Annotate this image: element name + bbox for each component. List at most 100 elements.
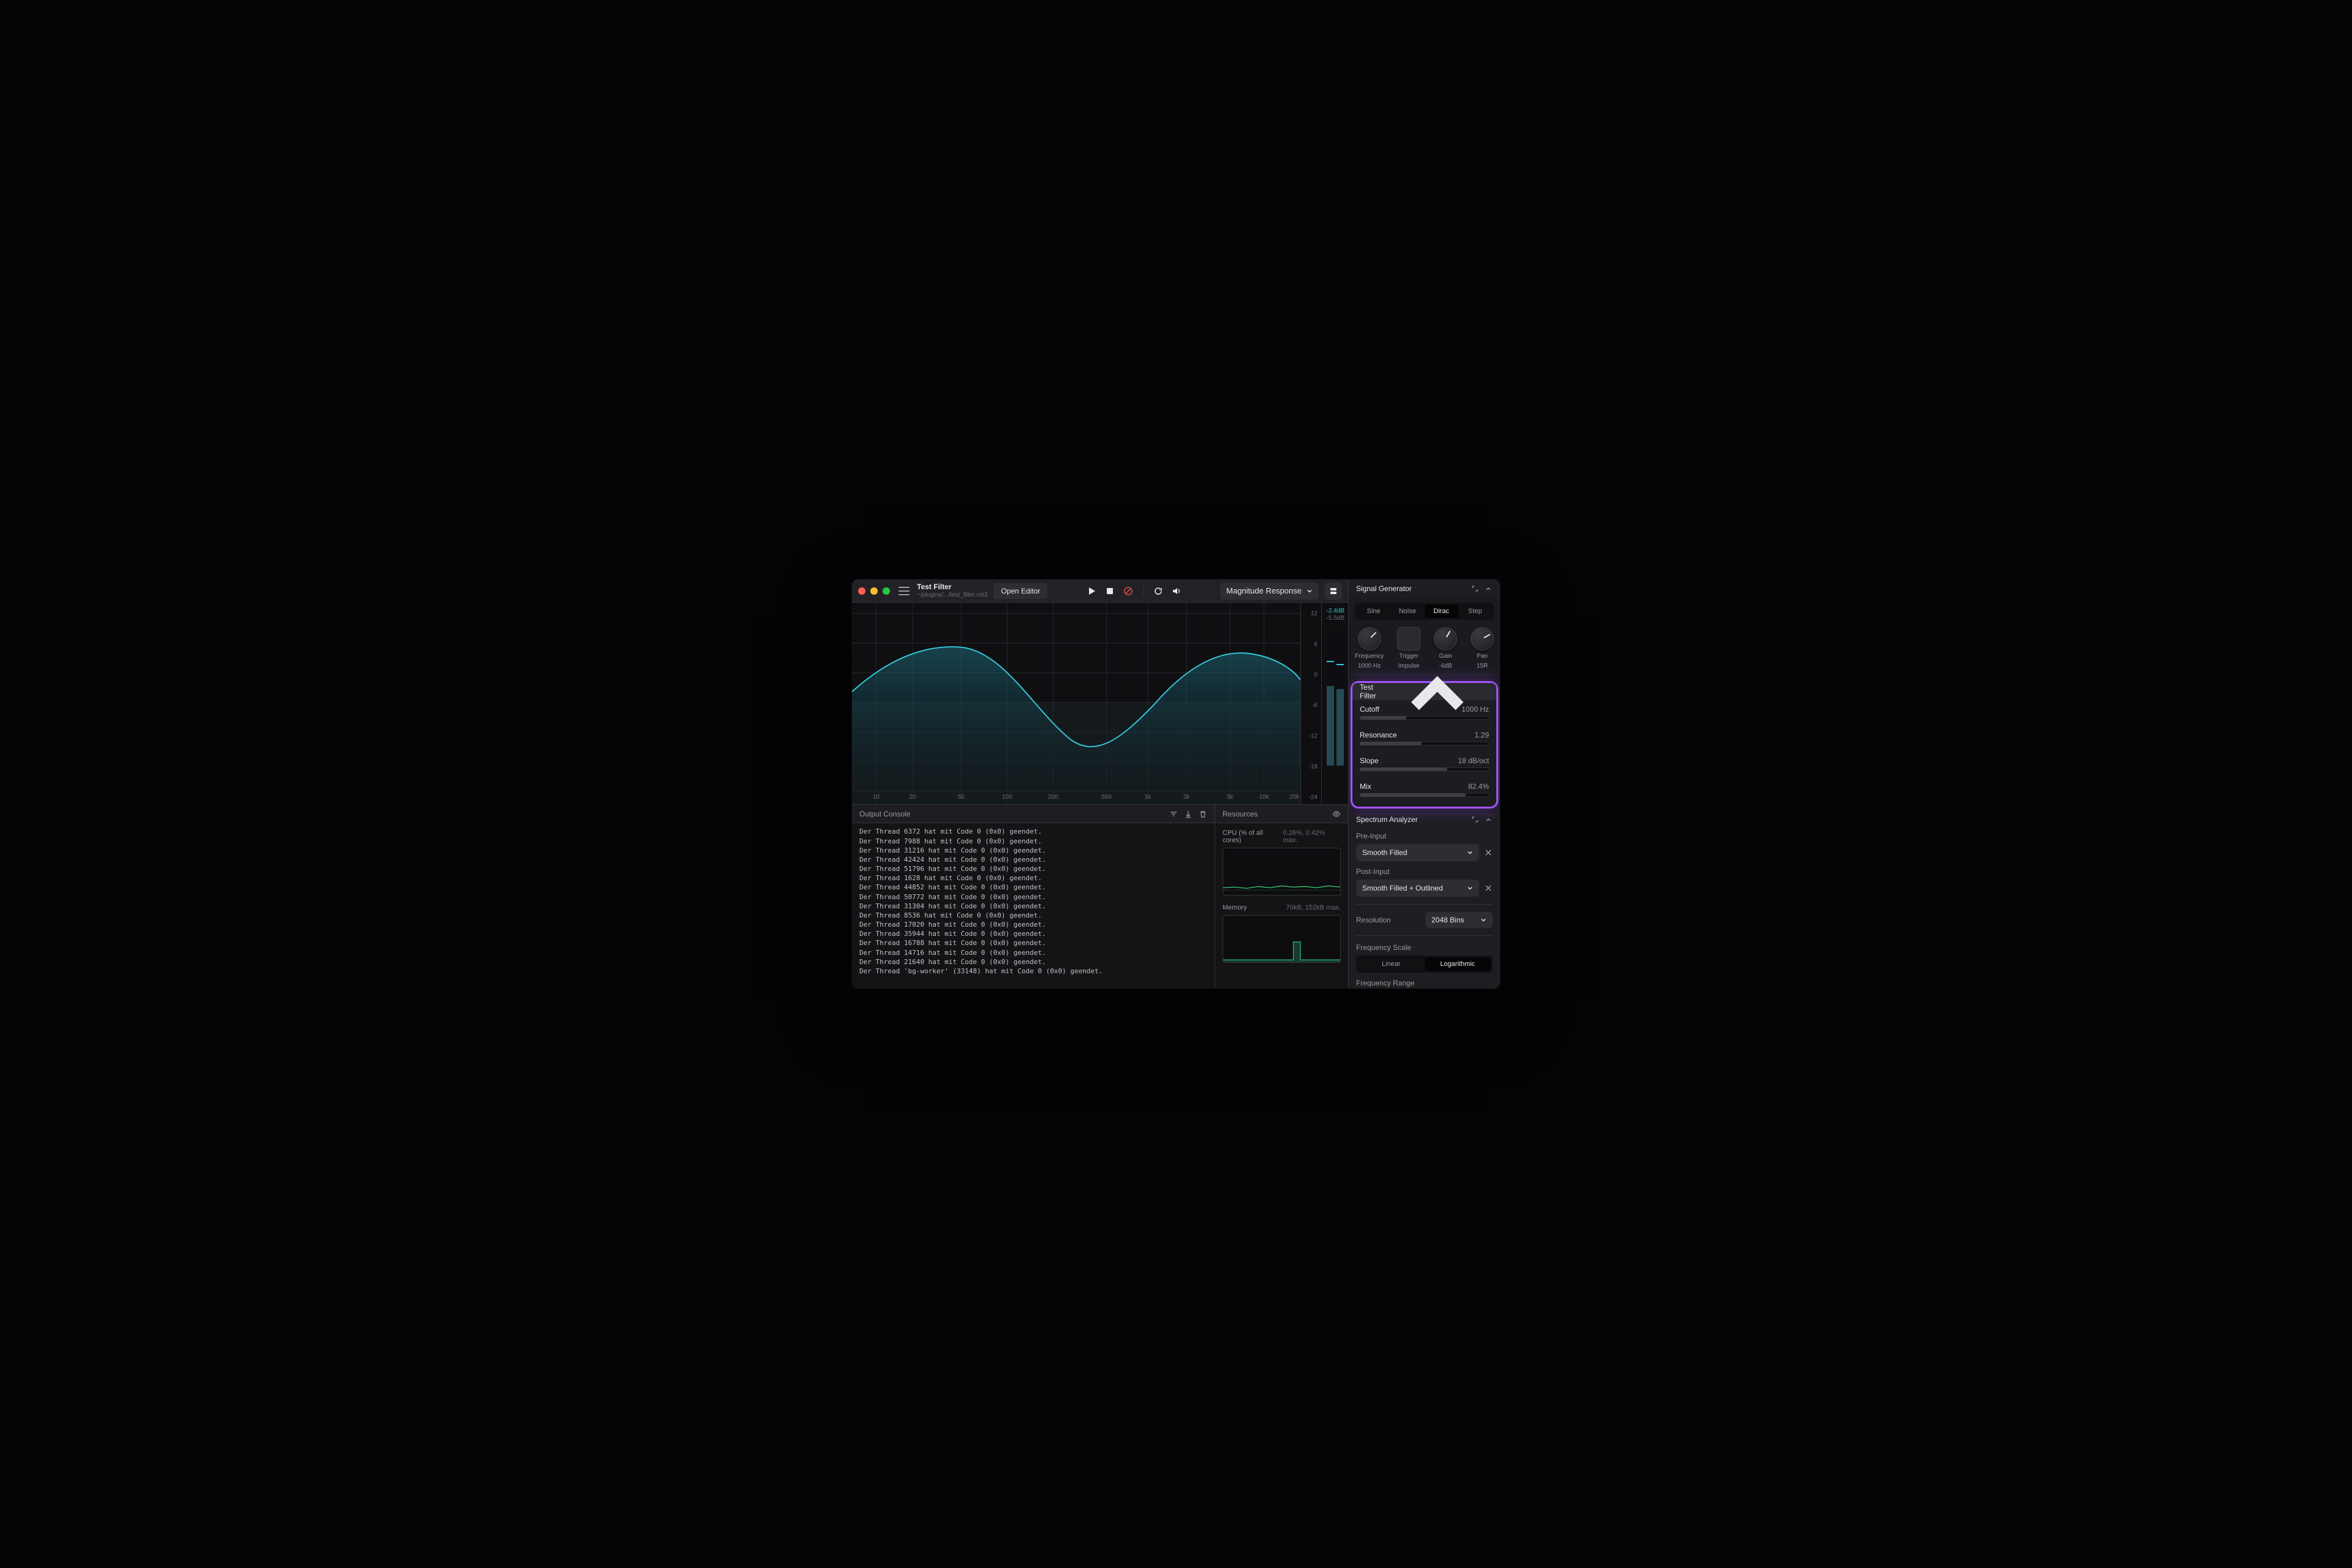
param-name: Resonance [1360,731,1397,739]
freq-scale-label: Frequency Scale [1356,943,1493,952]
pre-input-select[interactable]: Smooth Filled [1356,844,1479,861]
log-line: Der Thread 50772 hat mit Code 0 (0x0) ge… [859,892,1207,902]
menu-icon[interactable] [899,587,910,595]
expand-icon[interactable] [1471,815,1479,824]
bypass-icon[interactable] [1123,586,1133,596]
app-window: Test Filter ~/plugins/.../test_filter.vs… [852,579,1500,989]
memory-chart [1223,915,1341,963]
chevron-down-icon [1480,917,1487,923]
filter-icon[interactable] [1169,810,1178,818]
freq-scale-segmented[interactable]: LinearLogarithmic [1356,956,1493,973]
resources-title: Resources [1223,810,1257,818]
plugin-path: ~/plugins/.../test_filter.vst3 [917,592,987,598]
scroll-lock-icon[interactable] [1184,810,1193,818]
sidebar: Signal Generator SineNoiseDiracStep Freq… [1348,579,1500,989]
minimize-dot[interactable] [870,587,878,595]
param-slider[interactable] [1360,793,1489,797]
cpu-label: CPU (% of all cores) [1223,829,1283,844]
param-slider[interactable] [1360,716,1489,720]
y-tick: -18 [1309,764,1317,771]
x-tick: 10k [1259,794,1269,801]
chevron-down-icon [1306,588,1313,594]
x-tick: 2k [1183,794,1190,801]
param-name: Cutoff [1360,705,1379,714]
expand-icon[interactable] [1471,584,1479,593]
param-slider[interactable] [1360,767,1489,771]
trash-icon[interactable] [1199,810,1207,818]
pre-input-label: Pre-Input [1356,832,1493,840]
layout-toggle-button[interactable] [1325,582,1342,600]
view-mode-select[interactable]: Magnitude Response [1220,582,1319,600]
close-icon[interactable] [1484,884,1493,892]
y-axis: 1260-6-12-18-24 [1300,603,1321,804]
log-output[interactable]: Der Thread 6372 hat mit Code 0 (0x0) gee… [852,823,1215,989]
x-axis: 1020501002005001k2k5k10k20k [852,792,1300,801]
level-peak: -2.4dB [1327,608,1344,614]
chevron-down-icon [1467,850,1473,856]
log-line: Der Thread 16788 hat mit Code 0 (0x0) ge… [859,938,1207,948]
y-tick: 6 [1314,641,1317,648]
cpu-value: 0.26%, 0.42% max. [1283,829,1341,844]
y-tick: 0 [1314,672,1317,679]
play-icon[interactable] [1087,586,1096,596]
sg-mode-dirac[interactable]: Dirac [1425,605,1458,618]
tf-title: Test Filter [1360,683,1385,700]
eye-icon[interactable] [1332,810,1341,818]
log-line: Der Thread 8536 hat mit Code 0 (0x0) gee… [859,911,1207,920]
resources-panel: Resources CPU (% of all cores)0.26%, 0.4… [1215,805,1348,989]
sg-mode-noise[interactable]: Noise [1390,605,1424,618]
log-line: Der Thread 31216 hat mit Code 0 (0x0) ge… [859,846,1207,855]
param-value: 1000 Hz [1461,705,1489,714]
close-dot[interactable] [858,587,865,595]
post-input-select[interactable]: Smooth Filled + Outlined [1356,880,1479,897]
log-line: Der Thread 44852 hat mit Code 0 (0x0) ge… [859,883,1207,892]
window-controls [858,587,890,595]
graph-area: 1020501002005001k2k5k10k20k 1260-6-12-18… [852,603,1348,804]
param-name: Mix [1360,782,1371,791]
spectrum-analyzer-panel: Spectrum Analyzer Pre-Input Smooth Fille… [1349,813,1500,989]
chevron-up-icon[interactable] [1484,815,1493,824]
x-tick: 10 [873,794,880,801]
resolution-select[interactable]: 2048 Bins [1425,912,1493,928]
level-rms: -5.5dB [1327,615,1344,622]
x-tick: 200 [1048,794,1058,801]
memory-value: 70kB, 152kB max. [1286,904,1341,911]
open-editor-button[interactable]: Open Editor [993,583,1047,599]
param-name: Slope [1360,756,1379,765]
stop-icon[interactable] [1105,586,1115,596]
frequency-knob[interactable]: Frequency 1000 Hz [1355,627,1384,669]
chevron-down-icon [1467,885,1473,891]
log-line: Der Thread 1628 hat mit Code 0 (0x0) gee… [859,873,1207,883]
chevron-up-icon[interactable] [1484,584,1493,593]
magnitude-response-plot[interactable]: 1020501002005001k2k5k10k20k [852,603,1300,804]
log-line: Der Thread 21640 hat mit Code 0 (0x0) ge… [859,957,1207,967]
transport-controls [1087,585,1182,597]
param-slider[interactable] [1360,742,1489,745]
log-line: Der Thread 7988 hat mit Code 0 (0x0) gee… [859,837,1207,846]
scale-linear[interactable]: Linear [1358,957,1425,971]
log-line: Der Thread 'bg-worker' (33148) hat mit C… [859,967,1207,976]
memory-section: Memory70kB, 152kB max. [1223,904,1341,963]
param-resonance: Resonance1.29 [1352,726,1496,752]
param-mix: Mix82.4% [1352,777,1496,803]
log-line: Der Thread 42424 hat mit Code 0 (0x0) ge… [859,855,1207,864]
sg-mode-segmented[interactable]: SineNoiseDiracStep [1355,603,1494,620]
log-line: Der Thread 6372 hat mit Code 0 (0x0) gee… [859,827,1207,836]
close-icon[interactable] [1484,848,1493,857]
zoom-dot[interactable] [883,587,890,595]
output-console-title: Output Console [859,810,910,818]
reload-icon[interactable] [1153,586,1163,596]
sg-mode-step[interactable]: Step [1458,605,1492,618]
x-tick: 20k [1289,794,1299,801]
cpu-chart [1223,848,1341,895]
sg-mode-sine[interactable]: Sine [1357,605,1390,618]
speaker-icon[interactable] [1172,586,1182,596]
x-tick: 1k [1144,794,1151,801]
x-tick: 100 [1002,794,1012,801]
y-tick: -12 [1309,733,1317,740]
y-tick: -24 [1309,794,1317,801]
scale-logarithmic[interactable]: Logarithmic [1425,957,1491,971]
y-tick: -6 [1312,703,1317,709]
plugin-name: Test Filter [917,583,987,591]
toolbar: Test Filter ~/plugins/.../test_filter.vs… [852,579,1348,603]
